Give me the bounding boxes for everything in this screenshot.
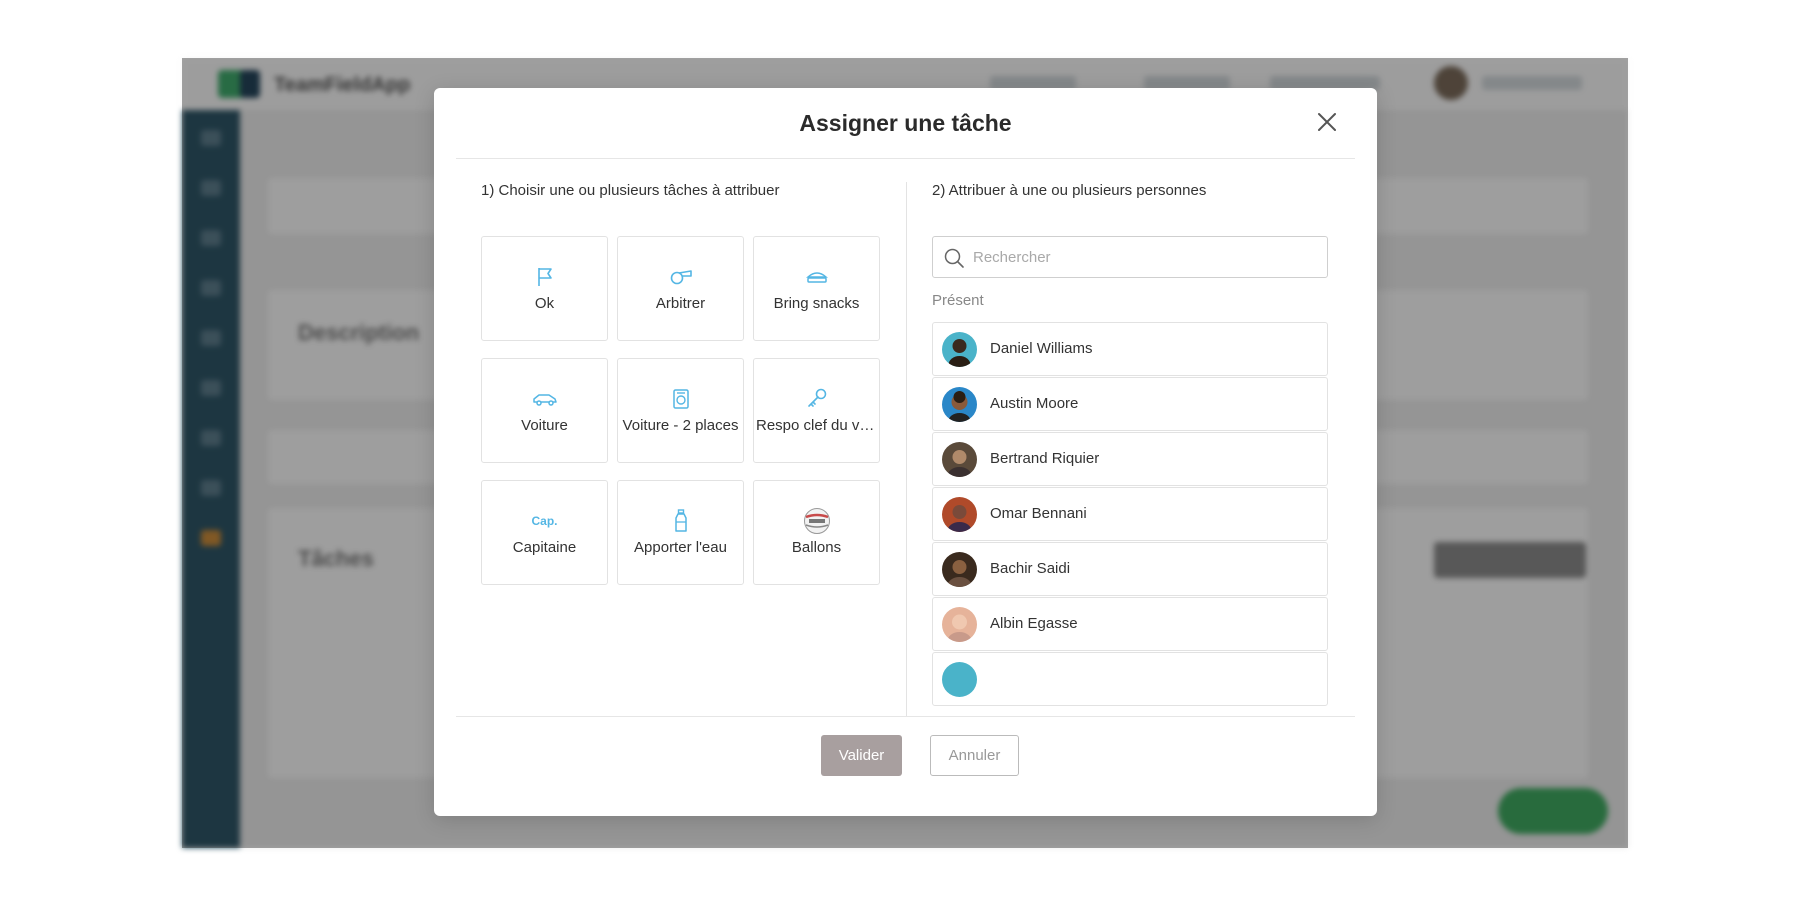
snack-icon [754,265,879,289]
close-icon[interactable] [1313,108,1341,136]
task-label: Ok [534,295,555,312]
person-row[interactable]: Austin Moore [932,377,1328,431]
avatar [942,497,977,532]
car-icon [482,387,607,411]
task-capitaine[interactable]: Cap. Capitaine [481,480,608,585]
avatar [942,332,977,367]
avatar [942,552,977,587]
person-name: Austin Moore [990,395,1079,412]
modal-footer: Valider Annuler [456,716,1355,816]
task-label: Ballons [791,539,842,556]
task-voiture-2-places[interactable]: Voiture - 2 places [617,358,744,463]
modal-title: Assigner une tâche [799,110,1012,136]
flag-icon [482,265,607,289]
search-field[interactable] [932,236,1328,278]
step-2-label: 2) Attribuer à une ou plusieurs personne… [932,182,1207,199]
task-voiture[interactable]: Voiture [481,358,608,463]
car-seat-icon [618,387,743,411]
task-respo-clef[interactable]: Respo clef du vestiaire [753,358,880,463]
avatar [942,662,977,697]
person-selection-column: 2) Attribuer à une ou plusieurs personne… [932,182,1332,706]
person-row[interactable]: Daniel Williams [932,322,1328,376]
modal-header: Assigner une tâche [456,88,1355,159]
avatar [942,442,977,477]
task-apporter-eau[interactable]: Apporter l'eau [617,480,744,585]
task-selection-column: 1) Choisir une ou plusieurs tâches à att… [481,182,881,585]
step-1-label: 1) Choisir une ou plusieurs tâches à att… [481,182,780,199]
search-input[interactable] [973,238,1313,276]
task-label: Voiture [521,417,568,434]
task-label: Bring snacks [773,295,860,312]
captain-icon: Cap. [531,514,558,528]
people-list[interactable]: Daniel Williams Austin Moore Bertrand Ri… [932,322,1332,716]
person-row[interactable]: Bachir Saidi [932,542,1328,596]
cancel-button[interactable]: Annuler [930,735,1019,776]
column-divider [906,182,907,716]
assign-task-modal: Assigner une tâche 1) Choisir une ou plu… [434,88,1377,816]
person-row[interactable] [932,652,1328,706]
task-ballons[interactable]: Ballons [753,480,880,585]
person-name: Bachir Saidi [990,560,1071,577]
task-label: Voiture - 2 places [622,417,739,434]
person-name: Bertrand Riquier [990,450,1100,467]
task-arbitrer[interactable]: Arbitrer [617,236,744,341]
person-row[interactable]: Albin Egasse [932,597,1328,651]
task-label: Respo clef du vestiaire [756,417,877,434]
water-bottle-icon [618,509,743,533]
person-row[interactable]: Bertrand Riquier [932,432,1328,486]
whistle-icon [618,265,743,289]
avatar [942,607,977,642]
validate-button[interactable]: Valider [821,735,902,776]
person-name: Daniel Williams [990,340,1093,357]
person-name: Omar Bennani [990,505,1087,522]
present-section-label: Présent [932,292,984,309]
task-label: Apporter l'eau [634,539,727,556]
ball-icon [754,508,879,534]
search-icon [943,247,965,269]
avatar [942,387,977,422]
task-bring-snacks[interactable]: Bring snacks [753,236,880,341]
task-label: Arbitrer [655,295,706,312]
task-label: Capitaine [512,539,577,556]
key-icon [754,387,879,411]
person-row[interactable]: Omar Bennani [932,487,1328,541]
person-name: Albin Egasse [990,615,1078,632]
task-ok[interactable]: Ok [481,236,608,341]
